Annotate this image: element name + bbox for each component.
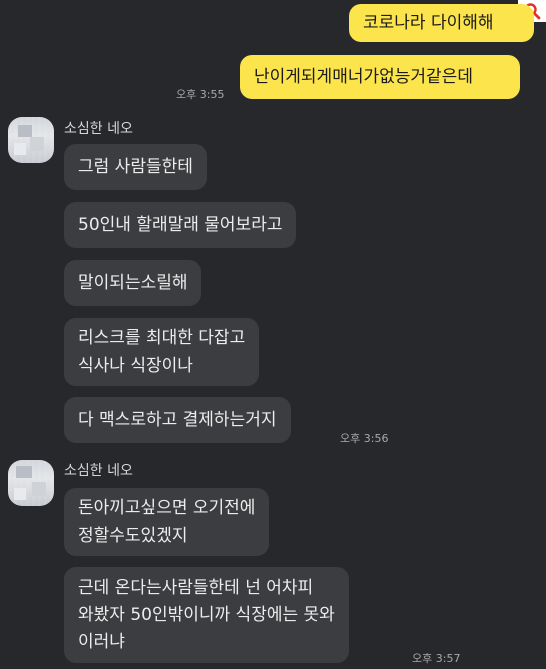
avatar[interactable]	[8, 460, 54, 506]
message-text: 식사나 식장이나	[78, 356, 193, 376]
received-message-bubble[interactable]: 리스크를 최대한 다잡고 식사나 식장이나	[64, 318, 260, 386]
message-text: 정할수도있겠지	[78, 526, 188, 546]
message-text: 이러냐	[78, 632, 125, 652]
message-text: 그럼 사람들한테	[78, 157, 193, 177]
my-message-bubble[interactable]: 난이게되게매너가없능거같은데	[240, 55, 520, 99]
received-message-bubble[interactable]: 돈아끼고싶으면 오기전에 정할수도있겠지	[64, 488, 270, 556]
message-text: 코로나라 다이해해	[363, 13, 494, 33]
my-message-bubble[interactable]: 코로나라 다이해해	[349, 4, 534, 42]
message-text: 50인내 할래말래 물어보라고	[78, 215, 283, 235]
message-text: 리스크를 최대한 다잡고	[78, 328, 246, 348]
message-text: 돈아끼고싶으면 오기전에	[78, 498, 256, 518]
received-message-bubble[interactable]: 50인내 할래말래 물어보라고	[64, 202, 297, 248]
message-text: 말이되는소릴해	[78, 273, 188, 293]
message-text: 다 맥스로하고 결제하는거지	[78, 410, 277, 430]
received-message-bubble[interactable]: 말이되는소릴해	[64, 260, 202, 306]
chat-area: 코로나라 다이해해 난이게되게매너가없능거같은데 오후 3:55 소심한 네오 …	[0, 0, 546, 669]
received-message-bubble[interactable]: 다 맥스로하고 결제하는거지	[64, 397, 291, 443]
message-timestamp: 오후 3:56	[340, 432, 389, 445]
sender-name: 소심한 네오	[64, 463, 133, 479]
sender-name: 소심한 네오	[64, 121, 133, 137]
message-timestamp: 오후 3:55	[176, 88, 225, 101]
received-message-bubble[interactable]: 그럼 사람들한테	[64, 144, 207, 190]
avatar[interactable]	[8, 117, 54, 163]
received-message-bubble[interactable]: 근데 온다는사람들한테 넌 어차피 와봤자 50인밖이니까 식장에는 못와 이러…	[64, 567, 349, 663]
message-text: 근데 온다는사람들한테 넌 어차피	[78, 578, 314, 598]
message-timestamp: 오후 3:57	[412, 652, 461, 665]
message-text: 난이게되게매너가없능거같은데	[254, 67, 473, 87]
message-text: 와봤자 50인밖이니까 식장에는 못와	[78, 605, 335, 625]
